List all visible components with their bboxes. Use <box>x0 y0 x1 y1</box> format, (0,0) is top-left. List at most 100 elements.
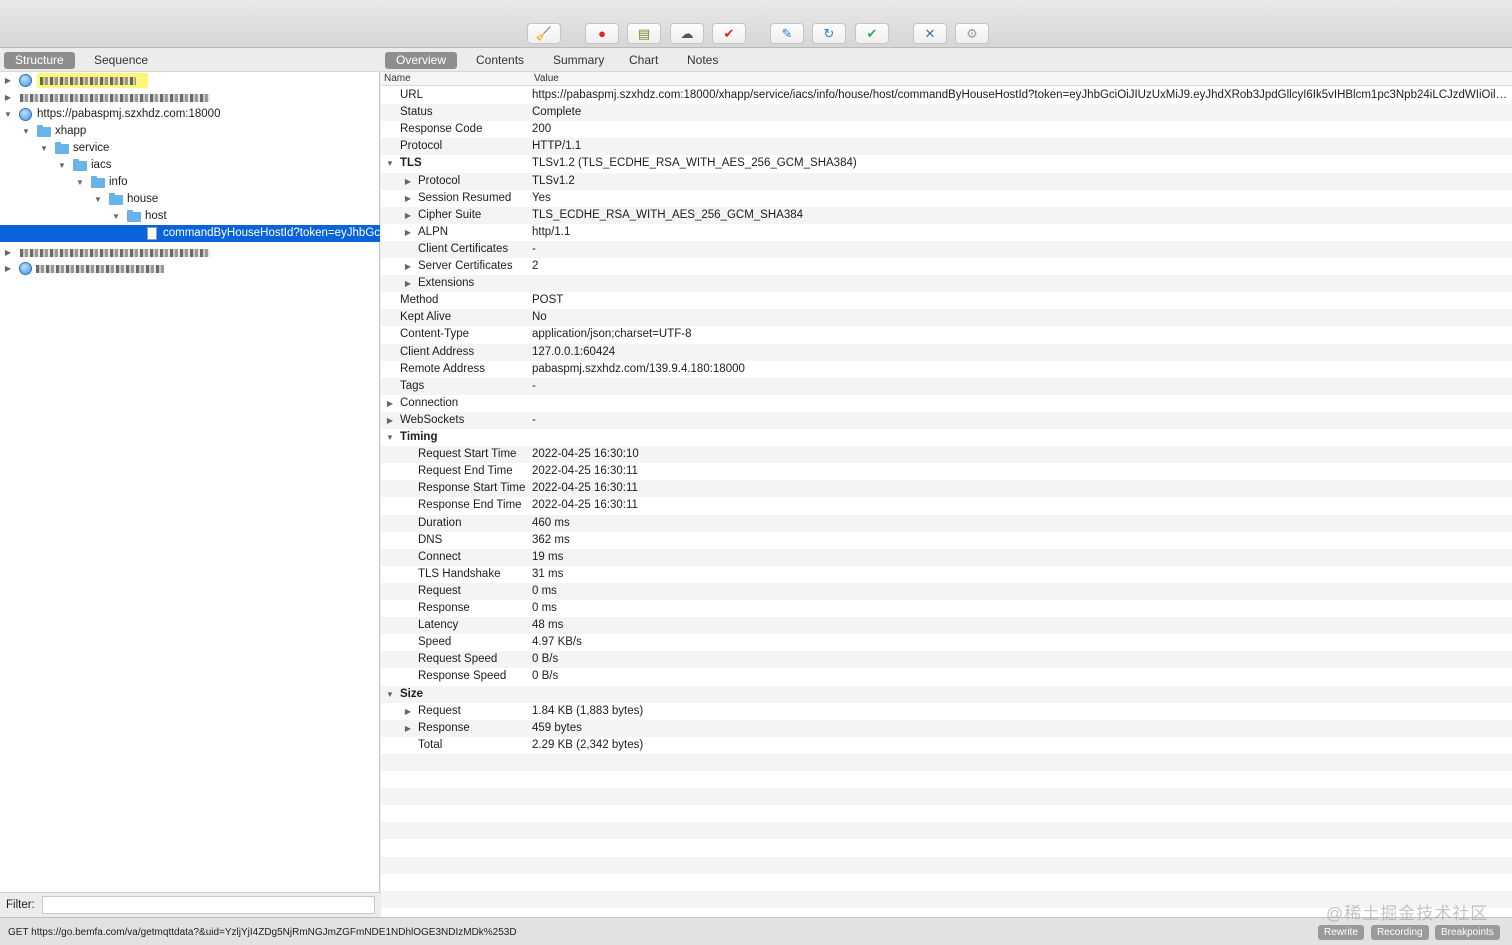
overview-row[interactable]: Remote Address pabaspmj.szxhdz.com/139.9.… <box>381 361 1512 378</box>
overview-row[interactable]: Response End Time 2022-04-25 16:30:11 <box>381 497 1512 514</box>
overview-row[interactable]: Speed 4.97 KB/s <box>381 634 1512 651</box>
overview-row[interactable]: Response Code 200 <box>381 121 1512 138</box>
overview-row[interactable]: ▶ Cipher Suite TLS_ECDHE_RSA_WITH_AES_256_… <box>381 206 1512 224</box>
overview-row[interactable]: Client Address 127.0.0.1:60424 <box>381 343 1512 361</box>
disclosure-expanded-icon[interactable]: ▼ <box>385 155 395 172</box>
tree-row-redacted-host[interactable]: ▶ <box>0 89 380 106</box>
disclosure-collapsed-icon[interactable]: ▶ <box>385 395 395 412</box>
disclosure-expanded-icon[interactable]: ▼ <box>57 157 67 174</box>
overview-row[interactable]: ▶ WebSockets - <box>381 411 1512 429</box>
disclosure-expanded-icon[interactable]: ▼ <box>3 106 13 123</box>
tab-structure[interactable]: Structure <box>4 52 75 69</box>
tree-row-redacted-host[interactable]: ▶ <box>0 244 380 261</box>
disclosure-collapsed-icon[interactable]: ▶ <box>3 72 13 89</box>
overview-row[interactable]: ▶ Response 459 bytes <box>381 719 1512 737</box>
overview-row[interactable]: ▶ Protocol TLSv1.2 <box>381 172 1512 190</box>
disclosure-collapsed-icon[interactable]: ▶ <box>403 173 413 190</box>
disclosure-collapsed-icon[interactable]: ▶ <box>385 412 395 429</box>
overview-row[interactable]: ▶ Connection <box>381 395 1512 412</box>
refresh-button[interactable]: ↻ <box>812 23 846 44</box>
recording-button[interactable]: Recording <box>1371 925 1429 940</box>
overview-row[interactable]: ▶ Extensions <box>381 275 1512 293</box>
disclosure-collapsed-icon[interactable]: ▶ <box>403 720 413 737</box>
disclosure-collapsed-icon[interactable]: ▶ <box>403 190 413 207</box>
folder-label: iacs <box>91 159 112 171</box>
overview-row[interactable]: Response Start Time 2022-04-25 16:30:11 <box>381 480 1512 498</box>
overview-row[interactable]: Content-Type application/json;charset=UTF… <box>381 326 1512 343</box>
overview-row[interactable]: ▶ ALPN http/1.1 <box>381 224 1512 241</box>
overview-row[interactable]: ▼ Timing <box>381 429 1512 446</box>
turtle-button[interactable]: ☁ <box>670 23 704 44</box>
overview-row[interactable]: Status Complete <box>381 104 1512 122</box>
disclosure-collapsed-icon[interactable]: ▶ <box>3 89 13 106</box>
overview-row[interactable]: ▶ Request 1.84 KB (1,883 bytes) <box>381 703 1512 720</box>
disclosure-expanded-icon[interactable]: ▼ <box>385 686 395 703</box>
overview-row[interactable]: Request Speed 0 B/s <box>381 651 1512 669</box>
pen-button[interactable]: ✎ <box>770 23 804 44</box>
tree-row-folder[interactable]: ▼ house <box>0 191 380 208</box>
tab-contents[interactable]: Contents <box>465 52 535 69</box>
disclosure-collapsed-icon[interactable]: ▶ <box>3 260 13 277</box>
breakpoints-button[interactable]: Breakpoints <box>1435 925 1500 940</box>
tree-row-folder[interactable]: ▼ host <box>0 208 380 225</box>
disclosure-collapsed-icon[interactable]: ▶ <box>403 275 413 292</box>
overview-row[interactable]: TLS Handshake 31 ms <box>381 566 1512 583</box>
overview-row[interactable]: Kept Alive No <box>381 309 1512 327</box>
disclosure-collapsed-icon[interactable]: ▶ <box>403 207 413 224</box>
overview-row[interactable]: ▶ Session Resumed Yes <box>381 190 1512 207</box>
overview-row[interactable]: Request End Time 2022-04-25 16:30:11 <box>381 463 1512 480</box>
disclosure-collapsed-icon[interactable]: ▶ <box>403 224 413 241</box>
disclosure-expanded-icon[interactable]: ▼ <box>111 208 121 225</box>
broom-button[interactable]: 🧹 <box>527 23 561 44</box>
overview-row[interactable]: DNS 362 ms <box>381 532 1512 549</box>
disclosure-expanded-icon[interactable]: ▼ <box>385 429 395 446</box>
disclosure-expanded-icon[interactable]: ▼ <box>93 191 103 208</box>
filter-input[interactable] <box>42 896 375 914</box>
overview-row[interactable]: Latency 48 ms <box>381 617 1512 635</box>
row-name: Speed <box>418 636 452 649</box>
tab-summary[interactable]: Summary <box>542 52 615 69</box>
overview-row[interactable]: Duration 460 ms <box>381 514 1512 532</box>
disclosure-expanded-icon[interactable]: ▼ <box>75 174 85 191</box>
tree-row-request-selected[interactable]: commandByHouseHostId?token=eyJhbGciOiJIU… <box>0 225 380 242</box>
overview-row[interactable]: Response Speed 0 B/s <box>381 668 1512 685</box>
overview-row[interactable]: Response 0 ms <box>381 600 1512 617</box>
tab-sequence[interactable]: Sequence <box>83 52 159 69</box>
disclosure-expanded-icon[interactable]: ▼ <box>21 123 31 140</box>
disclosure-collapsed-icon[interactable]: ▶ <box>403 258 413 275</box>
throttle-button[interactable]: ▤ <box>627 23 661 44</box>
overview-row[interactable]: Request Start Time 2022-04-25 16:30:10 <box>381 446 1512 464</box>
tab-notes[interactable]: Notes <box>676 52 729 69</box>
validate-button[interactable]: ✔ <box>855 23 889 44</box>
tab-chart[interactable]: Chart <box>618 52 669 69</box>
tree-row-host[interactable]: ▼ https://pabaspmj.szxhdz.com:18000 <box>0 106 380 123</box>
column-value-header[interactable]: Value <box>534 72 559 86</box>
tree-row-redacted-host[interactable]: ▶ <box>0 260 380 277</box>
overview-row[interactable]: ▼ TLS TLSv1.2 (TLS_ECDHE_RSA_WITH_AES_256_… <box>381 155 1512 172</box>
overview-row[interactable]: URL https://pabaspmj.szxhdz.com:18000/xha… <box>381 87 1512 104</box>
overview-row[interactable]: Method POST <box>381 292 1512 309</box>
overview-row[interactable]: ▶ Server Certificates 2 <box>381 258 1512 275</box>
record-button[interactable]: ● <box>585 23 619 44</box>
breakpoint-button[interactable]: ✔ <box>712 23 746 44</box>
disclosure-collapsed-icon[interactable]: ▶ <box>3 244 13 261</box>
rewrite-button[interactable]: Rewrite <box>1318 925 1364 940</box>
overview-row[interactable]: Tags - <box>381 377 1512 395</box>
overview-row[interactable]: Protocol HTTP/1.1 <box>381 138 1512 156</box>
overview-row[interactable]: Total 2.29 KB (2,342 bytes) <box>381 737 1512 754</box>
overview-row[interactable]: Connect 19 ms <box>381 548 1512 566</box>
tree-row-folder[interactable]: ▼ info <box>0 174 380 191</box>
overview-row[interactable]: ▼ Size <box>381 685 1512 703</box>
overview-row[interactable]: Request 0 ms <box>381 582 1512 600</box>
tools-button[interactable]: ✕ <box>913 23 947 44</box>
disclosure-collapsed-icon[interactable]: ▶ <box>403 703 413 720</box>
overview-row[interactable]: Client Certificates - <box>381 240 1512 258</box>
column-name-header[interactable]: Name <box>384 72 411 86</box>
tree-row-redacted-host[interactable]: ▶ <box>0 72 380 89</box>
disclosure-expanded-icon[interactable]: ▼ <box>39 140 49 157</box>
tab-overview[interactable]: Overview <box>385 52 458 69</box>
tree-row-folder[interactable]: ▼ iacs <box>0 157 380 174</box>
settings-button[interactable]: ⚙ <box>955 23 989 44</box>
tree-row-folder[interactable]: ▼ xhapp <box>0 123 380 140</box>
tree-row-folder[interactable]: ▼ service <box>0 140 380 157</box>
